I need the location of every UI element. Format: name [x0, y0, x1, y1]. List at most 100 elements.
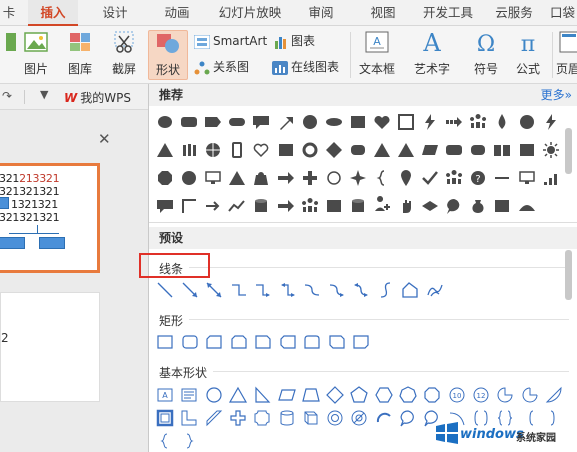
recommended-shape-icon[interactable]: [372, 140, 392, 160]
basic-shape-icon[interactable]: [349, 408, 369, 428]
recommended-shape-icon[interactable]: [492, 112, 512, 132]
basic-shape-icon[interactable]: [252, 408, 272, 428]
recommended-shape-icon[interactable]: [348, 196, 368, 216]
basic-shape-icon[interactable]: [398, 408, 418, 428]
basic-shape-icon[interactable]: [228, 408, 248, 428]
symbol-button[interactable]: Ω 符号: [466, 30, 506, 80]
basic-shape-icon[interactable]: [228, 385, 248, 405]
basic-shape-icon[interactable]: [544, 385, 564, 405]
tab-view[interactable]: 视图: [358, 0, 408, 26]
recommended-shape-icon[interactable]: [155, 112, 175, 132]
tab-slideshow[interactable]: 幻灯片放映: [214, 0, 286, 26]
rectangle-shape-icon[interactable]: [155, 332, 175, 352]
gallery-button[interactable]: 图库: [60, 30, 100, 80]
line-shape-icon[interactable]: [327, 280, 347, 300]
recommended-shape-icon[interactable]: [517, 112, 537, 132]
basic-shape-icon[interactable]: [179, 408, 199, 428]
smartart-button[interactable]: SmartArt: [193, 30, 267, 52]
line-shape-icon[interactable]: [302, 280, 322, 300]
basic-shape-icon[interactable]: [520, 385, 540, 405]
recommended-shape-icon[interactable]: [396, 140, 416, 160]
recommended-shape-icon[interactable]: [444, 140, 464, 160]
recommended-shape-icon[interactable]: [203, 196, 223, 216]
recommended-shape-icon[interactable]: [517, 196, 537, 216]
recommended-shape-icon[interactable]: [179, 112, 199, 132]
tab-insert[interactable]: 插入: [28, 0, 78, 26]
recommended-shape-icon[interactable]: [155, 140, 175, 160]
recommended-shape-icon[interactable]: ?: [468, 168, 488, 188]
basic-shape-icon[interactable]: [325, 385, 345, 405]
recommended-shape-icon[interactable]: [203, 140, 223, 160]
recommended-shape-icon[interactable]: [492, 196, 512, 216]
line-shape-icon[interactable]: [180, 280, 200, 300]
basic-shape-icon[interactable]: [301, 385, 321, 405]
recommended-shape-icon[interactable]: [179, 140, 199, 160]
basic-shape-icon[interactable]: [155, 408, 175, 428]
basic-shape-icon[interactable]: [495, 385, 515, 405]
recommended-shape-icon[interactable]: [300, 168, 320, 188]
recommended-shape-icon[interactable]: [203, 112, 223, 132]
recommended-shape-icon[interactable]: [372, 112, 392, 132]
recommended-shape-icon[interactable]: [251, 112, 271, 132]
recommended-shape-icon[interactable]: [468, 112, 488, 132]
recommended-shape-icon[interactable]: [444, 112, 464, 132]
dropdown-arrow-icon[interactable]: ▼: [40, 88, 48, 101]
formula-button[interactable]: π 公式: [510, 30, 546, 80]
tab-animation[interactable]: 动画: [152, 0, 202, 26]
recommended-shape-icon[interactable]: [203, 168, 223, 188]
basic-shape-icon[interactable]: [179, 431, 199, 451]
basic-shape-icon[interactable]: [301, 408, 321, 428]
recommended-shape-icon[interactable]: [251, 140, 271, 160]
basic-shape-icon[interactable]: [277, 408, 297, 428]
rectangle-shape-icon[interactable]: [253, 332, 273, 352]
recommended-shape-icon[interactable]: [517, 140, 537, 160]
recommended-shape-icon[interactable]: [251, 196, 271, 216]
rectangle-shape-icon[interactable]: [180, 332, 200, 352]
basic-shape-icon[interactable]: [349, 385, 369, 405]
recommended-shape-icon[interactable]: [348, 168, 368, 188]
recommended-shape-icon[interactable]: [300, 196, 320, 216]
line-shape-icon[interactable]: [155, 280, 175, 300]
line-shape-icon[interactable]: [204, 280, 224, 300]
recommended-shape-icon[interactable]: [155, 168, 175, 188]
header-button[interactable]: 页眉: [556, 30, 577, 80]
line-shape-icon[interactable]: [278, 280, 298, 300]
basic-shape-icon[interactable]: [374, 408, 394, 428]
recommended-shape-icon[interactable]: [420, 112, 440, 132]
recommended-shape-icon[interactable]: [541, 140, 561, 160]
line-shape-icon[interactable]: [425, 280, 445, 300]
recommended-shape-icon[interactable]: [155, 196, 175, 216]
recommended-shape-icon[interactable]: [348, 112, 368, 132]
partial-left-button[interactable]: [0, 30, 16, 80]
recommended-shape-icon[interactable]: [420, 140, 440, 160]
shapes-button[interactable]: 形状: [148, 30, 188, 80]
basic-shape-icon[interactable]: [204, 408, 224, 428]
relation-button[interactable]: 关系图: [194, 56, 249, 78]
recommended-shape-icon[interactable]: [444, 168, 464, 188]
basic-shape-icon[interactable]: [204, 385, 224, 405]
rectangle-shape-icon[interactable]: [278, 332, 298, 352]
recommended-shape-icon[interactable]: [541, 168, 561, 188]
redo-icon[interactable]: ↷: [2, 89, 12, 103]
recommended-shape-icon[interactable]: [276, 196, 296, 216]
basic-shape-icon[interactable]: [277, 385, 297, 405]
basic-shape-icon[interactable]: [325, 408, 345, 428]
rectangle-shape-icon[interactable]: [302, 332, 322, 352]
basic-shape-icon[interactable]: [374, 385, 394, 405]
scrollbar-thumb[interactable]: [565, 128, 572, 174]
rectangle-shape-icon[interactable]: [327, 332, 347, 352]
recommended-shape-icon[interactable]: [492, 168, 512, 188]
chart-button[interactable]: 图表: [274, 30, 315, 52]
rectangle-shape-icon[interactable]: [229, 332, 249, 352]
basic-shape-icon[interactable]: [155, 431, 175, 451]
recommended-shape-icon[interactable]: [324, 168, 344, 188]
my-wps-link[interactable]: W 我的WPS: [64, 89, 131, 106]
recommended-shape-icon[interactable]: [227, 196, 247, 216]
recommended-shape-icon[interactable]: [396, 112, 416, 132]
basic-shape-icon[interactable]: [422, 385, 442, 405]
recommended-shape-icon[interactable]: [300, 112, 320, 132]
recommended-shape-icon[interactable]: [179, 168, 199, 188]
tab-review[interactable]: 审阅: [296, 0, 346, 26]
slide-thumbnail-2[interactable]: 2: [0, 292, 100, 402]
recommended-shape-icon[interactable]: [276, 140, 296, 160]
